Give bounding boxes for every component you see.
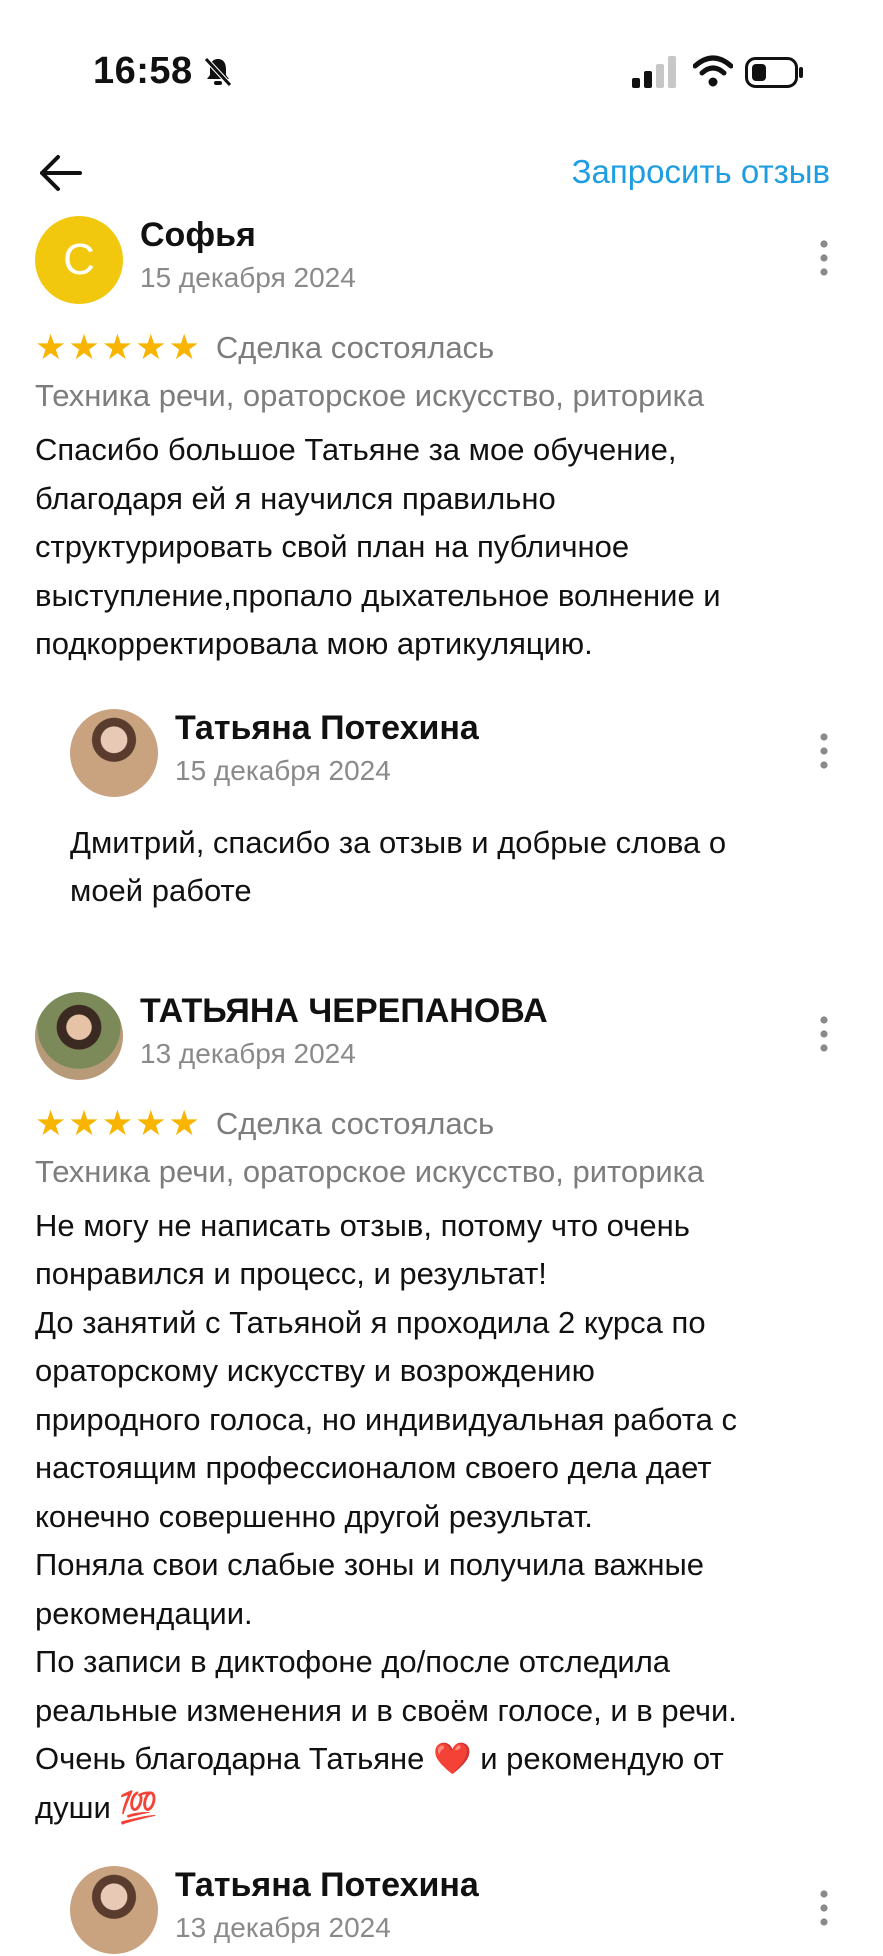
more-options-icon[interactable] xyxy=(818,731,830,771)
owner-reply: Татьяна Потехина 15 декабря 2024 Дмитрий… xyxy=(35,709,848,916)
reply-author-name: Татьяна Потехина xyxy=(175,1866,479,1905)
more-options-icon[interactable] xyxy=(818,1014,830,1054)
deal-status: Сделка состоялась xyxy=(216,330,494,366)
bell-muted-icon xyxy=(203,56,233,88)
rating-row: ★★★★★ Сделка состоялась xyxy=(35,1102,848,1146)
rating-row: ★★★★★ Сделка состоялась xyxy=(35,326,848,370)
avatar xyxy=(35,992,123,1080)
request-review-button[interactable]: Запросить отзыв xyxy=(572,153,830,191)
reviews-list: С Софья 15 декабря 2024 ★★★★★ Сделка сос… xyxy=(0,216,883,1956)
more-options-icon[interactable] xyxy=(818,238,830,278)
cellular-signal-icon xyxy=(632,56,677,88)
reply-header: Татьяна Потехина 13 декабря 2024 xyxy=(70,1866,848,1956)
review-date: 13 декабря 2024 xyxy=(140,1038,356,1070)
review-date: 15 декабря 2024 xyxy=(140,262,356,294)
avatar: С xyxy=(35,216,123,304)
star-rating: ★★★★★ xyxy=(35,328,202,368)
reply-date: 13 декабря 2024 xyxy=(175,1912,391,1944)
more-options-icon[interactable] xyxy=(818,1888,830,1928)
reply-text: Дмитрий, спасибо за отзыв и добрые слова… xyxy=(70,819,848,916)
reviewer-name: Софья xyxy=(140,216,256,255)
review-text: Не могу не написать отзыв, потому что оч… xyxy=(35,1202,848,1833)
service-topic: Техника речи, ораторское искусство, рито… xyxy=(35,374,848,418)
reviewer-name: ТАТЬЯНА ЧЕРЕПАНОВА xyxy=(140,992,548,1031)
review-text: Спасибо большое Татьяне за мое обучение,… xyxy=(35,426,848,669)
reply-date: 15 декабря 2024 xyxy=(175,755,391,787)
reply-author-name: Татьяна Потехина xyxy=(175,709,479,748)
reply-header: Татьяна Потехина 15 декабря 2024 xyxy=(70,709,848,799)
review-item: С Софья 15 декабря 2024 ★★★★★ Сделка сос… xyxy=(0,216,883,916)
avatar xyxy=(70,709,158,797)
owner-reply: Татьяна Потехина 13 декабря 2024 xyxy=(35,1866,848,1956)
back-arrow-icon[interactable] xyxy=(38,150,84,196)
avatar xyxy=(70,1866,158,1954)
review-header: С Софья 15 декабря 2024 xyxy=(35,216,848,306)
deal-status: Сделка состоялась xyxy=(216,1106,494,1142)
wifi-icon xyxy=(693,54,733,88)
status-bar: 16:58 xyxy=(0,0,883,140)
star-rating: ★★★★★ xyxy=(35,1104,202,1144)
review-header: ТАТЬЯНА ЧЕРЕПАНОВА 13 декабря 2024 xyxy=(35,992,848,1082)
status-time: 16:58 xyxy=(93,50,193,93)
battery-icon xyxy=(745,57,805,88)
service-topic: Техника речи, ораторское искусство, рито… xyxy=(35,1150,848,1194)
review-item: ТАТЬЯНА ЧЕРЕПАНОВА 13 декабря 2024 ★★★★★… xyxy=(0,992,883,1956)
